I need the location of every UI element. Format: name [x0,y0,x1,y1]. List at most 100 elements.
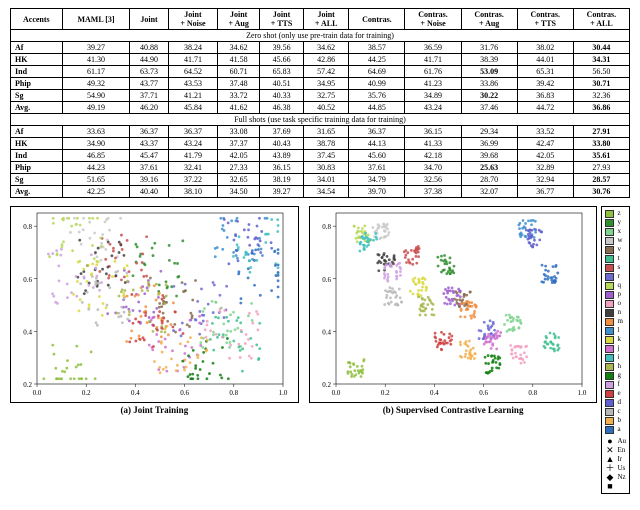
legend-color-row: i [605,353,626,362]
legend-label: d [617,398,621,407]
value-cell: 41.33 [405,138,461,150]
value-cell: 42.05 [517,150,573,162]
legend-label: y [617,218,621,227]
value-cell: 39.56 [260,42,304,54]
value-cell: 34.70 [405,162,461,174]
legend-color-row: r [605,272,626,281]
table-row: Phip44.2337.6132.4127.3336.1530.8337.613… [11,162,630,174]
accent-cell: Phip [11,78,63,90]
svg-text:0.6: 0.6 [23,276,32,284]
value-cell: 33.08 [218,126,260,138]
svg-text:0.4: 0.4 [430,389,439,397]
legend-color-row: x [605,227,626,236]
value-cell: 36.37 [349,126,405,138]
legend-swatch [605,264,614,272]
legend-label: z [617,209,620,218]
value-cell: 32.07 [461,186,517,198]
svg-text:0.8: 0.8 [322,223,331,231]
value-cell: 42.18 [405,150,461,162]
value-cell: 30.71 [573,78,629,90]
value-cell: 31.76 [461,42,517,54]
value-cell: 39.27 [260,186,304,198]
value-cell: 45.47 [130,150,168,162]
col-header: Contras.+ Noise [405,9,461,30]
legend-color-row: y [605,218,626,227]
value-cell: 44.25 [349,54,405,66]
plot-a-label: (a) Joint Training [10,405,299,415]
table-row: Af39.2740.8838.2434.6239.5634.6238.5736.… [11,42,630,54]
col-header: Contras.+ Aug [461,9,517,30]
value-cell: 64.52 [168,66,217,78]
legend-color-row: b [605,416,626,425]
value-cell: 25.63 [461,162,517,174]
value-cell: 46.38 [260,102,304,114]
svg-text:1.0: 1.0 [577,389,586,397]
legend-color-row: c [605,407,626,416]
value-cell: 34.50 [218,186,260,198]
legend-color-row: e [605,389,626,398]
value-cell: 33.72 [218,90,260,102]
table-row: Ind61.1763.7364.5260.7165.8357.4264.6961… [11,66,630,78]
accent-cell: Af [11,126,63,138]
legend-color-row: j [605,344,626,353]
value-cell: 44.23 [62,162,130,174]
legend-color-row: s [605,263,626,272]
value-cell: 35.76 [349,90,405,102]
plot-b-label: (b) Supervised Contrastive Learning [309,405,598,415]
col-header: Accents [11,9,63,30]
value-cell: 45.84 [168,102,217,114]
value-cell: 30.44 [573,42,629,54]
accent-cell: HK [11,54,63,66]
col-header: Contras. [349,9,405,30]
value-cell: 56.50 [573,66,629,78]
value-cell: 41.71 [405,54,461,66]
value-cell: 44.13 [349,138,405,150]
value-cell: 35.61 [573,150,629,162]
value-cell: 36.99 [461,138,517,150]
value-cell: 31.65 [303,126,348,138]
legend-label: c [617,407,620,416]
value-cell: 33.80 [573,138,629,150]
col-header: Joint+ Aug [218,9,260,30]
legend-swatch [605,399,614,407]
value-cell: 30.83 [303,162,348,174]
legend-label: g [617,371,621,380]
scatter-plot-a: 0.00.20.40.60.81.00.20.40.60.8 [10,206,299,403]
value-cell: 39.68 [461,150,517,162]
value-cell: 34.31 [573,54,629,66]
value-cell: 30.22 [461,90,517,102]
value-cell: 39.70 [349,186,405,198]
table-row: HK41.3044.9041.7141.5845.6642.8644.2541.… [11,54,630,66]
col-header: Joint [130,9,168,30]
svg-text:0.4: 0.4 [23,328,32,336]
value-cell: 44.72 [517,102,573,114]
accent-cell: Avg. [11,186,63,198]
value-cell: 32.94 [517,174,573,186]
table-row: Ind46.8545.4741.7942.0543.8937.4545.6042… [11,150,630,162]
value-cell: 44.90 [130,54,168,66]
table-row: HK34.9043.3743.2437.3740.4338.7844.1341.… [11,138,630,150]
svg-text:0.6: 0.6 [180,389,189,397]
value-cell: 46.85 [62,150,130,162]
value-cell: 32.65 [218,174,260,186]
value-cell: 32.36 [573,90,629,102]
value-cell: 34.89 [405,90,461,102]
value-cell: 41.30 [62,54,130,66]
value-cell: 27.93 [573,162,629,174]
value-cell: 38.78 [303,138,348,150]
legend-swatch [605,300,614,308]
svg-text:0.4: 0.4 [322,328,331,336]
value-cell: 42.86 [303,54,348,66]
legend-label: v [617,245,621,254]
value-cell: 43.53 [168,78,217,90]
svg-text:0.8: 0.8 [23,223,32,231]
legend-swatch [605,372,614,380]
value-cell: 39.16 [130,174,168,186]
legend-label: b [617,416,621,425]
value-cell: 44.01 [517,54,573,66]
legend-swatch [605,246,614,254]
svg-text:0.0: 0.0 [331,389,340,397]
value-cell: 49.19 [62,102,130,114]
legend-swatch [605,390,614,398]
legend-swatch [605,228,614,236]
